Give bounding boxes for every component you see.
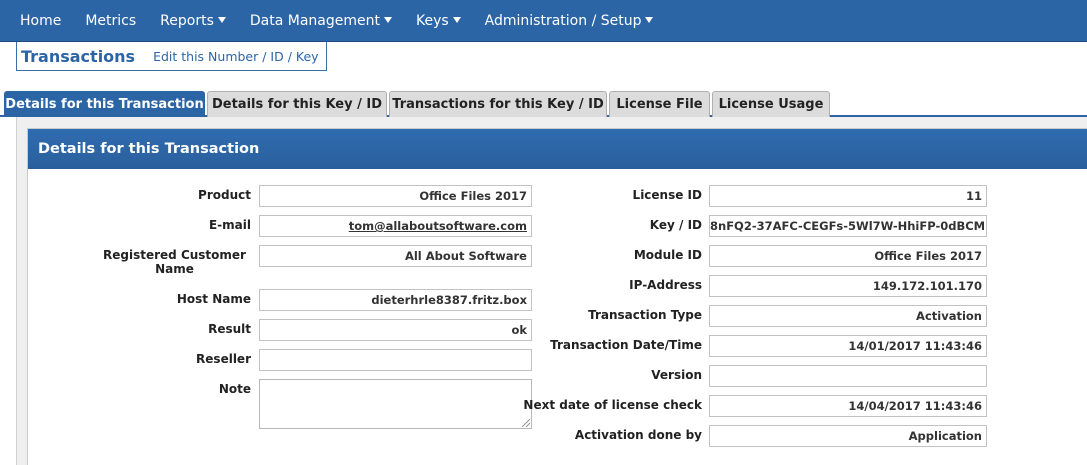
nav-data-management-label: Data Management — [249, 12, 380, 29]
tab-transactions-key[interactable]: Transactions for this Key / ID — [389, 91, 607, 117]
activation-done-by-field[interactable]: Application — [709, 425, 987, 447]
license-id-label: License ID — [632, 188, 702, 202]
key-id-label: Key / ID — [649, 218, 702, 232]
email-field[interactable]: tom@allaboutsoftware.com — [259, 215, 532, 237]
reseller-field[interactable] — [259, 349, 532, 371]
panel-title: Details for this Transaction — [28, 129, 1087, 169]
key-id-field[interactable]: 8nFQ2-37AFC-CEGFs-5Wl7W-HhiFP-0dBCM — [709, 215, 987, 237]
page-title: Transactions — [21, 46, 136, 66]
result-label: Result — [208, 322, 251, 336]
nav-keys[interactable]: Keys — [404, 0, 473, 42]
details-panel: Details for this Transaction Product Off… — [27, 128, 1087, 465]
nav-metrics[interactable]: Metrics — [73, 0, 148, 42]
transaction-type-label: Transaction Type — [588, 308, 702, 322]
nav-keys-label: Keys — [415, 12, 449, 29]
product-field[interactable]: Office Files 2017 — [259, 185, 532, 207]
note-label: Note — [218, 382, 251, 396]
reseller-label: Reseller — [196, 352, 251, 366]
next-license-check-label: Next date of license check — [523, 398, 702, 412]
ip-address-field[interactable]: 149.172.101.170 — [709, 275, 987, 297]
caret-down-icon — [217, 16, 226, 23]
activation-done-by-label: Activation done by — [574, 428, 702, 442]
host-name-label: Host Name — [176, 292, 251, 306]
license-id-field[interactable]: 11 — [709, 185, 987, 207]
nav-reports[interactable]: Reports — [148, 0, 238, 42]
email-label: E-mail — [208, 218, 251, 232]
caret-down-icon — [645, 16, 654, 23]
ip-address-label: IP-Address — [629, 278, 702, 292]
tab-details-transaction[interactable]: Details for this Transaction — [4, 91, 205, 117]
module-id-field[interactable]: Office Files 2017 — [709, 245, 987, 267]
transaction-datetime-label: Transaction Date/Time — [550, 338, 702, 352]
tab-details-key[interactable]: Details for this Key / ID — [207, 91, 387, 117]
transaction-datetime-field[interactable]: 14/01/2017 11:43:46 — [709, 335, 987, 357]
page-header: Transactions Edit this Number / ID / Key — [16, 42, 327, 71]
host-name-field[interactable]: dieterhrle8387.fritz.box — [259, 289, 532, 311]
tab-license-usage[interactable]: License Usage — [712, 91, 830, 117]
nav-home[interactable]: Home — [8, 0, 73, 42]
tab-license-file[interactable]: License File — [609, 91, 710, 117]
caret-down-icon — [452, 16, 461, 23]
nav-home-label: Home — [20, 12, 62, 29]
tab-transactions-key-label: Transactions for this Key / ID — [392, 97, 604, 112]
transaction-type-field[interactable]: Activation — [709, 305, 987, 327]
module-id-label: Module ID — [633, 248, 702, 262]
tab-details-key-label: Details for this Key / ID — [211, 97, 383, 112]
nav-metrics-label: Metrics — [85, 12, 137, 29]
result-field[interactable]: ok — [259, 319, 532, 341]
top-nav: Home Metrics Reports Data Management Key… — [0, 0, 1087, 42]
registered-customer-name-label: Registered Customer Name — [103, 248, 246, 276]
tab-license-usage-label: License Usage — [718, 97, 824, 112]
nav-data-management[interactable]: Data Management — [238, 0, 404, 42]
tab-details-transaction-label: Details for this Transaction — [5, 97, 204, 112]
nav-administration-setup-label: Administration / Setup — [484, 12, 642, 29]
next-license-check-field[interactable]: 14/04/2017 11:43:46 — [709, 395, 987, 417]
product-label: Product — [198, 188, 251, 202]
tab-bar: Details for this Transaction Details for… — [0, 90, 1087, 117]
nav-reports-label: Reports — [160, 12, 214, 29]
note-textarea[interactable] — [259, 379, 532, 429]
resize-grip-icon[interactable] — [522, 419, 530, 427]
registered-customer-name-field[interactable]: All About Software — [259, 245, 532, 267]
edit-number-link[interactable]: Edit this Number / ID / Key — [153, 49, 318, 64]
nav-administration-setup[interactable]: Administration / Setup — [473, 0, 666, 42]
version-label: Version — [651, 368, 702, 382]
caret-down-icon — [383, 16, 392, 23]
tab-license-file-label: License File — [616, 97, 703, 112]
version-field[interactable] — [709, 365, 987, 387]
